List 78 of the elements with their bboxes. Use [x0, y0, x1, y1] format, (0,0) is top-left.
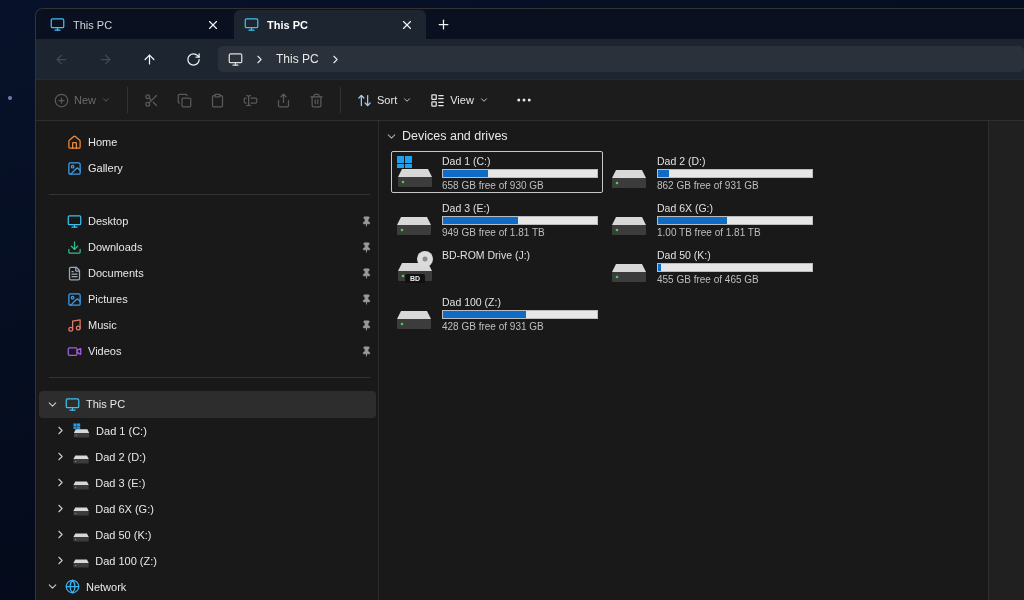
free-space: 455 GB free of 465 GB	[657, 274, 760, 285]
home-icon	[67, 134, 82, 150]
pin-icon[interactable]	[361, 319, 372, 331]
tab[interactable]: This PC	[234, 10, 426, 39]
computer-icon	[65, 396, 80, 412]
view-icon[interactable]	[430, 92, 446, 108]
hard-drive-icon	[73, 481, 90, 491]
hard-drive-icon	[611, 216, 647, 236]
drive-name: Dad 50 (K:)	[657, 249, 712, 261]
caret-icon[interactable]	[402, 95, 413, 105]
pin-icon[interactable]	[361, 267, 372, 279]
hard-drive-icon	[611, 263, 647, 283]
hard-drive-icon	[611, 169, 647, 189]
address-bar[interactable]: This PC	[218, 46, 1024, 72]
drive-name: Dad 2 (D:)	[657, 155, 707, 167]
free-space: 658 GB free of 930 GB	[442, 180, 545, 191]
tree-item[interactable]: Dad 100 (Z:)	[39, 547, 376, 574]
download-icon	[67, 239, 82, 255]
hard-drive-icon	[73, 533, 90, 543]
pin-icon[interactable]	[361, 345, 372, 357]
hard-drive-icon	[396, 310, 432, 330]
tree-item[interactable]: Dad 2 (D:)	[39, 443, 376, 470]
tree-item[interactable]: Dad 1 (C:)	[39, 417, 376, 444]
refresh-icon[interactable]	[185, 51, 201, 67]
picture-icon	[67, 291, 82, 307]
drive-tile[interactable]: Dad 100 (Z:) 428 GB free of 931 GB	[391, 292, 603, 334]
free-space: 428 GB free of 931 GB	[442, 321, 545, 332]
drive-name: Dad 1 (C:)	[442, 155, 492, 167]
document-icon	[67, 265, 82, 281]
hard-drive-icon	[73, 507, 90, 517]
free-space: 1.00 TB free of 1.81 TB	[657, 227, 762, 238]
hard-drive-icon	[73, 455, 90, 465]
hard-drive-icon	[73, 559, 90, 569]
sidebar-item[interactable]: Downloads	[39, 234, 376, 261]
sidebar-item[interactable]: Music	[39, 312, 376, 339]
drive-name: Dad 100 (Z:)	[442, 296, 502, 308]
tree-item[interactable]: This PC	[39, 391, 376, 418]
tree-item[interactable]: Dad 3 (E:)	[39, 469, 376, 496]
sidebar-item[interactable]: Desktop	[39, 208, 376, 235]
computer-icon	[244, 17, 259, 32]
computer-icon	[228, 51, 243, 67]
drive-tile[interactable]: Dad 6X (G:) 1.00 TB free of 1.81 TB	[606, 198, 818, 240]
drive-name: Dad 6X (G:)	[657, 202, 715, 214]
pin-icon[interactable]	[361, 215, 372, 227]
system-drive-icon	[396, 155, 434, 189]
sidebar-item[interactable]: Videos	[39, 338, 376, 365]
view-button[interactable]: View	[422, 85, 497, 115]
drive-tile[interactable]: Dad 3 (E:) 949 GB free of 1.81 TB	[391, 198, 603, 240]
music-icon	[67, 317, 82, 333]
plus-icon[interactable]	[435, 16, 451, 32]
sidebar-item[interactable]: Gallery	[39, 155, 376, 182]
pin-icon[interactable]	[361, 293, 372, 305]
tree-item[interactable]: Dad 50 (K:)	[39, 521, 376, 548]
drive-tile[interactable]: Dad 50 (K:) 455 GB free of 465 GB	[606, 245, 818, 287]
free-space: 862 GB free of 931 GB	[657, 180, 760, 191]
system-drive-icon	[73, 422, 91, 439]
caret-icon[interactable]	[478, 95, 489, 105]
tree-item[interactable]: Network	[39, 573, 376, 600]
drive-tile[interactable]: Dad 1 (C:) 658 GB free of 930 GB	[391, 151, 603, 193]
hard-drive-icon	[396, 216, 432, 236]
network-icon	[65, 579, 80, 595]
breadcrumb[interactable]: This PC	[276, 52, 319, 66]
sidebar-item[interactable]: Pictures	[39, 286, 376, 313]
desktop-icon	[67, 213, 82, 229]
drive-name: BD-ROM Drive (J:)	[442, 249, 532, 261]
drive-name: Dad 3 (E:)	[442, 202, 491, 214]
sort-button[interactable]: Sort	[349, 85, 421, 115]
sort-icon[interactable]	[357, 92, 372, 108]
sidebar-item[interactable]: Documents	[39, 260, 376, 287]
computer-icon	[50, 17, 65, 32]
sidebar-item[interactable]: Home	[39, 129, 376, 156]
tab[interactable]: This PC	[40, 10, 232, 39]
section-header[interactable]: Devices and drives	[385, 127, 982, 145]
free-space: 949 GB free of 1.81 TB	[442, 227, 546, 238]
pin-icon[interactable]	[361, 241, 372, 253]
gallery-icon	[67, 160, 82, 176]
drive-tile[interactable]: Dad 2 (D:) 862 GB free of 931 GB	[606, 151, 818, 193]
tree-item[interactable]: Dad 6X (G:)	[39, 495, 376, 522]
